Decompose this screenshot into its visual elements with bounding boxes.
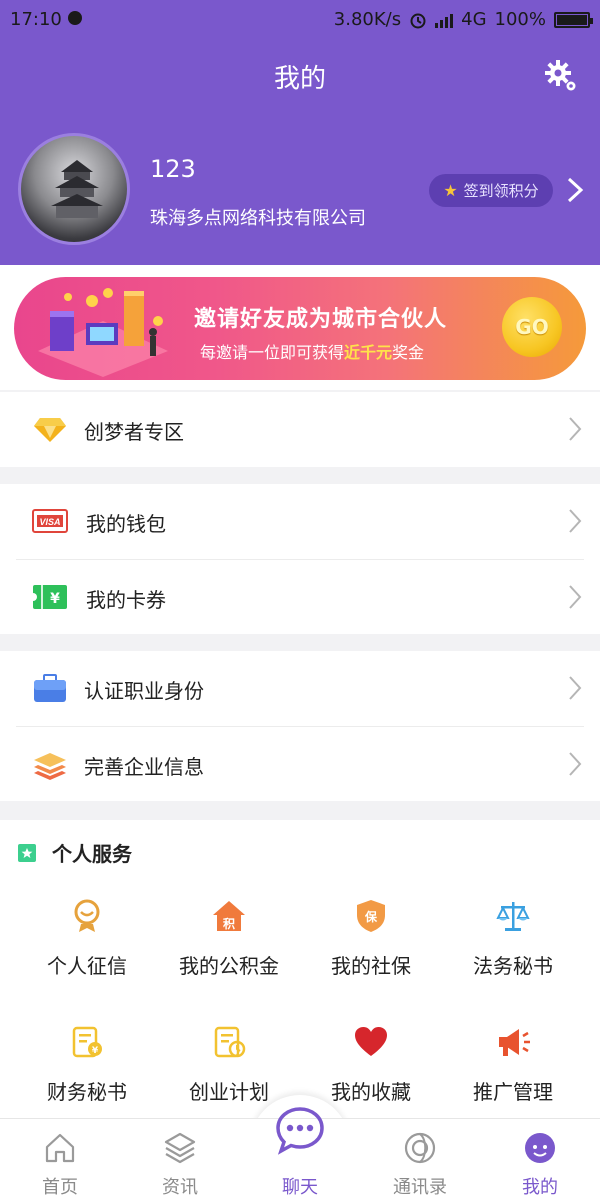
chevron-right-icon[interactable] xyxy=(566,176,584,204)
status-right: 3.80K/s 4G 100% xyxy=(333,9,593,30)
banner-title: 邀请好友成为城市合伙人 xyxy=(194,307,448,332)
menu-label-company-info: 完善企业信息 xyxy=(84,755,204,779)
social-security-icon: 保 xyxy=(357,900,385,932)
status-bar: 17:10 3.80K/s 4G 100% xyxy=(0,0,600,40)
svg-text:¥: ¥ xyxy=(92,1046,99,1056)
service-label: 我的公积金 xyxy=(179,954,279,978)
visa-card-icon: VISA xyxy=(32,509,68,533)
contacts-icon xyxy=(404,1132,436,1164)
svg-text:积: 积 xyxy=(223,916,235,931)
alarm-icon xyxy=(410,13,426,28)
signal-icon xyxy=(435,12,454,28)
username: 123 xyxy=(150,155,196,183)
menu-item-dreamers[interactable]: 创梦者专区 xyxy=(0,392,600,467)
business-plan-icon xyxy=(214,1026,246,1058)
tab-home[interactable]: 首页 xyxy=(0,1119,120,1200)
coupon-icon: ¥ xyxy=(32,585,67,609)
svg-text:保: 保 xyxy=(364,909,378,924)
tab-news[interactable]: 资讯 xyxy=(120,1119,240,1200)
service-label: 个人征信 xyxy=(47,954,127,978)
chevron-right-icon xyxy=(569,676,582,700)
wallet-card: VISA 我的钱包 ¥ 我的卡券 xyxy=(0,484,600,634)
invite-banner[interactable]: 邀请好友成为城市合伙人 每邀请一位即可获得近千元奖金 GO xyxy=(14,277,586,380)
chat-bubble-icon xyxy=(276,1107,324,1155)
page-title: 我的 xyxy=(273,64,326,94)
banner-section: 邀请好友成为城市合伙人 每邀请一位即可获得近千元奖金 GO xyxy=(0,265,600,390)
menu-item-coupons[interactable]: ¥ 我的卡券 xyxy=(0,560,600,635)
avatar[interactable] xyxy=(18,133,130,245)
company-name: 珠海多点网络科技有限公司 xyxy=(150,208,366,229)
menu-item-company-info[interactable]: 完善企业信息 xyxy=(0,727,600,802)
menu-item-verify-job[interactable]: 认证职业身份 xyxy=(0,651,600,726)
tab-label: 聊天 xyxy=(282,1177,318,1198)
service-credit-report[interactable]: 个人征信 xyxy=(12,898,162,1008)
legal-scale-icon xyxy=(496,902,530,931)
battery-icon xyxy=(554,11,593,28)
battery-percent: 100% xyxy=(494,9,546,30)
menu-label-dreamers: 创梦者专区 xyxy=(84,420,184,444)
diamond-icon xyxy=(34,418,66,442)
city-illustration-icon xyxy=(38,288,168,377)
go-button[interactable]: GO xyxy=(502,297,562,357)
bottom-tab-bar: 首页 资讯 聊天 通讯录 我的 xyxy=(0,1107,600,1200)
menu-label-coupons: 我的卡券 xyxy=(86,588,166,612)
housing-fund-icon: 积 xyxy=(213,901,245,931)
tab-contacts[interactable]: 通讯录 xyxy=(360,1119,480,1200)
layers-icon xyxy=(164,1132,196,1164)
checkin-button[interactable]: ★ 签到领积分 xyxy=(429,174,553,207)
clock-icon xyxy=(68,11,82,25)
layers-stack-icon xyxy=(34,753,66,780)
tab-profile[interactable]: 我的 xyxy=(480,1119,600,1200)
service-label: 推广管理 xyxy=(473,1080,553,1104)
credit-report-icon xyxy=(74,899,100,932)
finance-doc-icon: ¥ xyxy=(72,1026,102,1058)
svg-text:VISA: VISA xyxy=(39,517,60,527)
temple-photo xyxy=(51,160,103,218)
banner-subtitle-post: 奖金 xyxy=(392,343,425,362)
tab-label: 通讯录 xyxy=(393,1177,447,1198)
chevron-right-icon xyxy=(569,585,582,609)
tab-label: 首页 xyxy=(42,1177,78,1198)
heart-icon xyxy=(355,1027,387,1056)
service-housing-fund[interactable]: 积 我的公积金 xyxy=(154,898,304,1008)
tab-chat[interactable]: 聊天 xyxy=(240,1107,360,1200)
megaphone-icon xyxy=(499,1029,530,1056)
chevron-right-icon xyxy=(569,417,582,441)
tab-label: 我的 xyxy=(522,1177,558,1198)
svg-text:¥: ¥ xyxy=(50,591,60,607)
services-header: 个人服务 xyxy=(16,838,132,867)
menu-item-wallet[interactable]: VISA 我的钱包 xyxy=(0,484,600,559)
chevron-right-icon xyxy=(569,509,582,533)
network-type: 4G xyxy=(461,9,487,30)
tab-label: 资讯 xyxy=(162,1177,198,1198)
home-icon xyxy=(45,1133,75,1163)
star-icon: ★ xyxy=(443,181,458,200)
personal-services: 个人服务 个人征信 积 我的公积金 保 我的社保 法务秘书 ¥ 财务秘书 创业计… xyxy=(0,820,600,1120)
service-label: 法务秘书 xyxy=(473,954,553,978)
service-legal-secretary[interactable]: 法务秘书 xyxy=(438,898,588,1008)
menu-label-wallet: 我的钱包 xyxy=(86,512,166,536)
checkin-label: 签到领积分 xyxy=(463,182,539,200)
dreamers-card: 创梦者专区 xyxy=(0,392,600,467)
status-time: 17:10 xyxy=(10,9,62,30)
service-label: 我的社保 xyxy=(331,954,411,978)
bookmark-star-icon xyxy=(18,843,36,862)
service-label: 财务秘书 xyxy=(47,1080,127,1104)
service-social-security[interactable]: 保 我的社保 xyxy=(296,898,446,1008)
profile-face-icon xyxy=(525,1133,555,1163)
chevron-right-icon xyxy=(569,752,582,776)
services-title: 个人服务 xyxy=(52,842,132,866)
gear-icon[interactable] xyxy=(543,58,579,94)
banner-subtitle-highlight: 近千元 xyxy=(344,343,393,362)
briefcase-icon xyxy=(34,674,66,702)
menu-label-verify-job: 认证职业身份 xyxy=(84,679,204,703)
banner-subtitle-pre: 每邀请一位即可获得 xyxy=(200,343,345,362)
banner-subtitle: 每邀请一位即可获得近千元奖金 xyxy=(200,339,424,363)
profile-header: 17:10 3.80K/s 4G 100% 我的 123 珠海多点网络科技有限公… xyxy=(0,0,600,265)
net-speed: 3.80K/s xyxy=(333,9,402,30)
identity-card: 认证职业身份 完善企业信息 xyxy=(0,651,600,801)
